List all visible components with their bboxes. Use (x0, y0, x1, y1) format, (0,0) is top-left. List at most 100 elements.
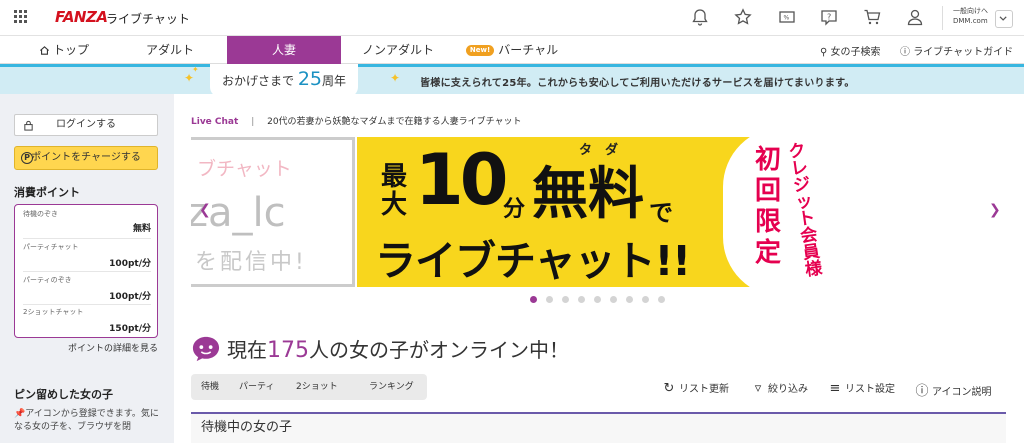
general-site-switch[interactable]: 一般向けへ DMM.com (953, 6, 988, 26)
online-count: 175 (267, 338, 309, 363)
pinned-note-text: アイコンから登録できます。気になる女の子を、ブラウザを閉 (14, 409, 159, 432)
main-nav: トップ アダルト 人妻 ノンアダルト New! バーチャル ⚲ 女の子検索 ⓘ ラ… (0, 36, 1024, 64)
breadcrumb-separator: | (251, 117, 255, 127)
tab-married[interactable]: 人妻 (227, 36, 341, 64)
breadcrumb-description: 20代の若妻から妖艶なマダムまで在籍する人妻ライブチャット (267, 117, 522, 127)
refresh-list-button[interactable]: ↻ リスト更新 (662, 380, 729, 396)
sliders-icon: ≡ (829, 381, 841, 396)
tab-top[interactable]: トップ (16, 36, 112, 64)
fanza-logo[interactable]: FANZA (55, 8, 108, 26)
carousel-dot[interactable] (562, 296, 569, 303)
tab-label: トップ (52, 43, 89, 57)
points-label: 2ショットチャット (23, 308, 84, 316)
app-grid-icon[interactable] (14, 10, 28, 24)
coupon-icon[interactable]: % (778, 8, 796, 26)
carousel-dot[interactable] (658, 296, 665, 303)
login-button[interactable]: ログインする (14, 114, 158, 136)
carousel-dot[interactable] (642, 296, 649, 303)
header-divider (942, 6, 943, 30)
pin-icon: 📌 (14, 409, 26, 419)
carousel-dot[interactable] (546, 296, 553, 303)
svg-text:%: % (784, 15, 790, 22)
carousel-dot[interactable] (578, 296, 585, 303)
carousel-dot[interactable] (626, 296, 633, 303)
breadcrumb-label: Live Chat (191, 117, 239, 127)
carousel-prev-arrow[interactable]: ❮ (199, 202, 211, 218)
anniversary-badge: おかげさまで 25周年 (210, 64, 358, 97)
filter-tab-ranking[interactable]: ランキング (369, 374, 414, 400)
free-chat-promo[interactable]: タ ダ 最大 10 分 無料 で ライブチャット!! 初回限定 クレジット会員様 (357, 137, 841, 287)
cart-icon[interactable] (863, 8, 881, 26)
points-label: パーティのぞき (23, 276, 72, 284)
promo-max: 最大 (381, 162, 408, 220)
tab-label: アダルト (145, 43, 194, 57)
tab-label: ノンアダルト (361, 43, 434, 57)
question-circle-icon: ⓘ (900, 47, 910, 58)
help-chat-icon[interactable]: ? (820, 8, 838, 26)
chat-bubble-icon (191, 335, 221, 368)
online-count-heading: 現在175人の女の子がオンライン中！ (191, 334, 569, 368)
online-pre: 現在 (227, 338, 267, 362)
girl-search-link[interactable]: ⚲ 女の子検索 (820, 43, 881, 58)
main-content: Live Chat | 20代の若妻から妖艶なマダムまで在籍する人妻ライブチャッ… (174, 94, 1024, 443)
list-settings-button[interactable]: ≡ リスト設定 (828, 380, 895, 396)
points-table: 待機のぞき 無料 パーティチャット 100pt/分 パーティのぞき 100pt/分 2… (14, 204, 158, 338)
online-post: 人の女の子がオンライン中！ (309, 338, 569, 362)
prev-slide-text: ブチャット (197, 158, 292, 180)
carousel-dot[interactable] (594, 296, 601, 303)
charge-points-button[interactable]: P ポイントをチャージする (14, 146, 158, 170)
points-heading: 消費ポイント (14, 186, 80, 199)
star-icon[interactable] (734, 8, 752, 26)
breadcrumb: Live Chat | 20代の若妻から妖艶なマダムまで在籍する人妻ライブチャッ… (191, 114, 521, 127)
prev-slide-text: を配信中! (195, 250, 307, 275)
badge-title: 初回限定 (755, 145, 782, 268)
home-icon (39, 38, 50, 66)
bell-icon[interactable] (691, 8, 709, 26)
points-row: パーティのぞき 100pt/分 (23, 273, 151, 305)
tool-label: 絞り込み (768, 384, 808, 395)
points-row: 2ショットチャット 150pt/分 (23, 305, 151, 337)
filter-tab-standby[interactable]: 待機 (201, 374, 219, 400)
filter-button[interactable]: ▿ 絞り込み (751, 380, 808, 396)
chevron-down-icon[interactable] (995, 10, 1013, 28)
icon-help-button[interactable]: ⓘ アイコン説明 (915, 380, 991, 399)
pinned-heading: ピン留めした女の子 (14, 388, 113, 401)
promo-free: 無料 (532, 162, 644, 227)
carousel-dot[interactable] (610, 296, 617, 303)
refresh-icon: ↻ (663, 381, 675, 396)
anniv-pre: おかげさまで (221, 74, 294, 88)
anniv-years: 25 (297, 68, 322, 90)
switch-label: 一般向けへ (953, 7, 988, 15)
tab-adult[interactable]: アダルト (113, 36, 227, 64)
points-row: 待機のぞき 無料 (23, 207, 151, 239)
sparkle-icon: ✦ (390, 71, 401, 85)
tab-virtual[interactable]: New! バーチャル (455, 36, 569, 64)
carousel-next-arrow[interactable]: ❯ (989, 202, 1001, 218)
filter-tabs: 待機 パーティ 2ショット ランキング (191, 374, 427, 400)
search-icon: ⚲ (820, 47, 828, 58)
tab-non-adult[interactable]: ノンアダルト (341, 36, 455, 64)
filter-tab-two-shot[interactable]: 2ショット (296, 374, 338, 400)
tab-label: 人妻 (271, 43, 296, 57)
previous-slide[interactable]: ブチャット za_lc を配信中! (191, 137, 355, 287)
promo-de: で (649, 199, 673, 227)
carousel-banner[interactable]: ブチャット za_lc を配信中! タ ダ 最大 10 分 無料 で ライブチャ… (191, 137, 841, 287)
anniversary-banner[interactable]: ✦ ✦ おかげさまで 25周年 ✦ 皆様に支えられて25年。これからも安心してご… (0, 64, 1024, 97)
points-detail-link[interactable]: ポイントの詳細を見る (68, 341, 158, 354)
charge-label: ポイントをチャージする (31, 152, 141, 163)
point-coin-icon: P (21, 152, 33, 164)
user-icon[interactable] (906, 8, 924, 26)
guide-link[interactable]: ⓘ ライブチャットガイド (900, 43, 1013, 58)
link-label: ライブチャットガイド (913, 47, 1014, 58)
filter-tab-party[interactable]: パーティ (239, 374, 274, 400)
standby-list-heading: 待機中の女の子 (191, 412, 1006, 443)
sparkle-icon: ✦ (192, 65, 199, 74)
tool-label: リスト設定 (845, 384, 895, 395)
carousel-dot[interactable] (530, 296, 537, 303)
logo-subtitle: ライブチャット (106, 12, 190, 26)
top-header: FANZA ライブチャット % ? 一般向けへ DMM.com (0, 0, 1024, 36)
lock-icon (23, 119, 34, 139)
points-label: 待機のぞき (23, 210, 58, 218)
tool-label: リスト更新 (679, 384, 729, 395)
points-row: パーティチャット 100pt/分 (23, 240, 151, 272)
